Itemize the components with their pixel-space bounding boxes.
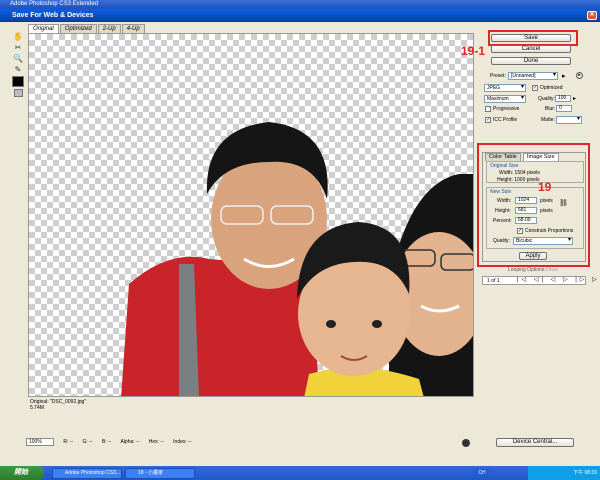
cancel-button[interactable]: Cancel	[491, 45, 571, 53]
readout-b: B: --	[101, 439, 112, 445]
icc-profile-label: ICC Profile	[493, 117, 518, 123]
image-file-size: 5.74M	[30, 405, 44, 411]
family-photo	[121, 122, 473, 396]
progressive-checkbox[interactable]	[485, 106, 491, 112]
looping-label: Looping Options:	[508, 267, 546, 273]
save-highlight-box	[488, 30, 578, 46]
language-indicator[interactable]: CH	[475, 469, 489, 478]
tab-4-up[interactable]: 4-Up	[121, 24, 145, 33]
taskbar-paint[interactable]: 18 - 小畫家	[125, 468, 195, 479]
annotation-save: 19-1	[461, 44, 486, 58]
quality-level-select[interactable]: Maximum	[484, 95, 526, 103]
frame-counter: 1 of 1	[487, 278, 500, 284]
start-button[interactable]: 開始	[0, 466, 44, 480]
device-central-button[interactable]: Device Central...	[496, 438, 574, 447]
image-preview-canvas[interactable]	[28, 33, 474, 397]
eyedropper-tool-icon[interactable]: ✎	[12, 65, 24, 75]
system-tray: 下午 08:33	[528, 466, 600, 480]
readout-g: G: --	[82, 439, 93, 445]
tab-optimized[interactable]: Optimized	[59, 24, 97, 33]
readout-r: R: --	[63, 439, 74, 445]
zoom-tool-icon[interactable]: 🔍	[12, 54, 24, 64]
preview-in-browser-icon[interactable]	[462, 439, 470, 447]
panel-menu-icon[interactable]: ▸	[576, 72, 583, 79]
app-title-bar: Adobe Photoshop CS3 Extended	[0, 0, 600, 9]
optimized-label: Optimized	[540, 85, 563, 91]
preset-label: Preset:	[490, 73, 506, 79]
matte-label: Matte:	[541, 117, 555, 123]
eyedropper-color-swatch[interactable]	[12, 76, 24, 87]
looping-value: Once	[546, 267, 558, 273]
readout-hex: Hex: --	[148, 439, 164, 445]
close-icon[interactable]: ✕	[587, 11, 597, 20]
image-size-highlight-box	[477, 143, 590, 267]
icc-profile-checkbox[interactable]: ✓	[485, 117, 491, 123]
matte-select[interactable]	[556, 116, 582, 124]
status-bar: 100% R: -- G: -- B: -- Alpha: -- Hex: --…	[26, 437, 496, 447]
tab-2-up[interactable]: 2-Up	[97, 24, 121, 33]
readout-index: Index: --	[173, 439, 192, 445]
done-button[interactable]: Done	[491, 57, 571, 65]
view-tabs: Original Optimized 2-Up 4-Up	[28, 24, 146, 33]
readout-alpha: Alpha: --	[120, 439, 140, 445]
clock: 下午 08:33	[573, 470, 597, 476]
image-info: Original: "DSC_0092.jpg" 5.74M	[30, 399, 86, 411]
progressive-label: Progressive	[493, 106, 520, 112]
toggle-slices-icon[interactable]	[14, 89, 23, 97]
app-title: Adobe Photoshop CS3 Extended	[10, 1, 99, 7]
optimized-checkbox[interactable]: ✓	[532, 85, 538, 91]
quality-input[interactable]: 100	[555, 95, 571, 102]
dialog-title: Save For Web & Devices	[12, 12, 94, 19]
annotation-image-size: 19	[538, 180, 552, 194]
quality-label: Quality:	[538, 96, 555, 102]
taskbar-photoshop[interactable]: Adobe Photoshop CS3...	[52, 468, 122, 479]
tab-original[interactable]: Original	[28, 24, 59, 33]
preset-select[interactable]: [Unnamed]	[508, 72, 558, 80]
zoom-select[interactable]: 100%	[26, 438, 54, 446]
optimize-menu-icon[interactable]: ▸	[562, 72, 566, 80]
animation-controls: 1 of 1 |◁ ◁| ◁ ▷ |▷ ▷|	[482, 276, 600, 285]
format-select[interactable]: JPEG	[484, 84, 526, 92]
slice-tool-icon[interactable]: ✂	[12, 43, 24, 53]
quality-slider-icon[interactable]: ▸	[573, 95, 576, 102]
dialog-title-bar: Save For Web & Devices ✕	[0, 9, 600, 22]
blur-input[interactable]: 0	[556, 105, 572, 112]
hand-tool-icon[interactable]: ✋	[12, 32, 24, 42]
frame-nav-icons[interactable]: |◁ ◁| ◁ ▷ |▷ ▷|	[517, 277, 600, 283]
blur-label: Blur:	[545, 106, 556, 112]
